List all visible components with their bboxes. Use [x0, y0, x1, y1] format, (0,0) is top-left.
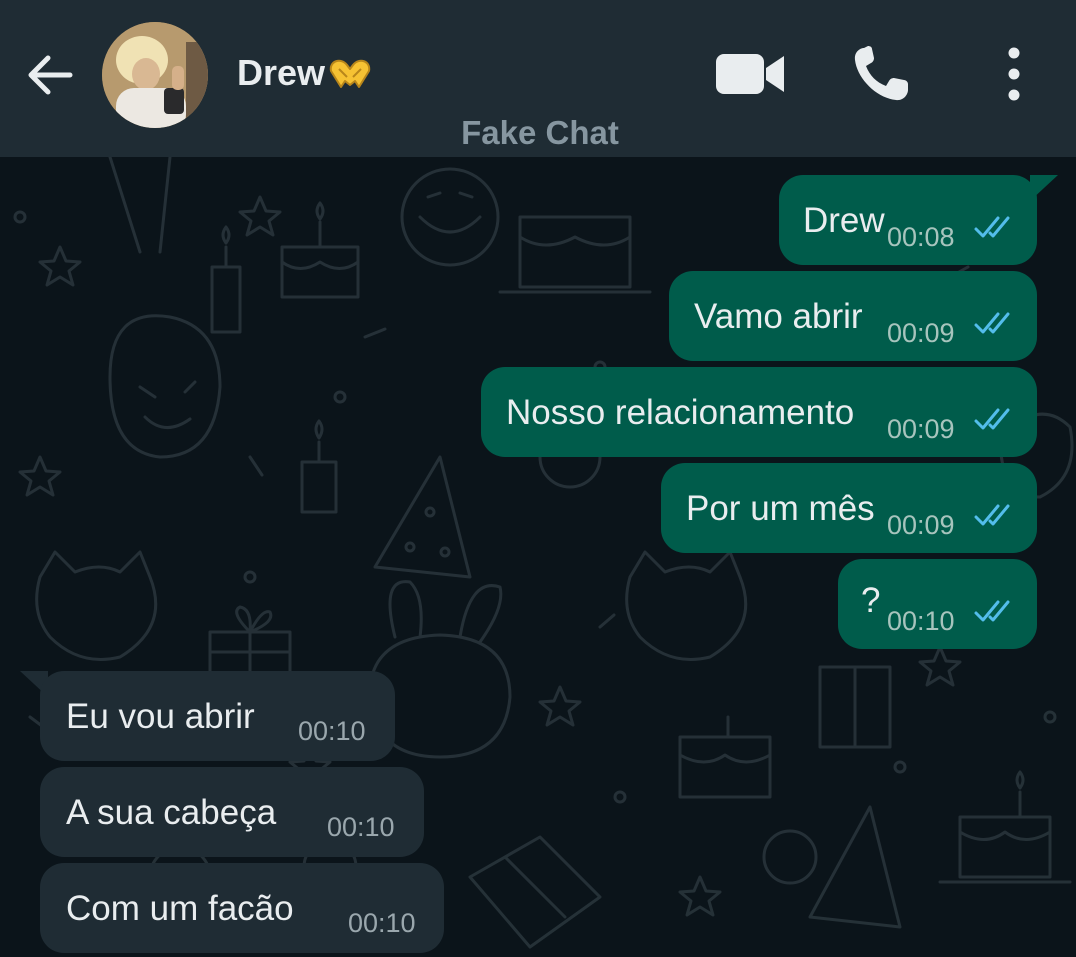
message-bubble-outgoing[interactable]: ? 00:10: [838, 559, 1037, 649]
message-text: Nosso relacionamento: [506, 393, 855, 432]
message-time: 00:09: [887, 318, 955, 348]
message-text: ?: [861, 581, 881, 620]
chat-header: Drew Fake Chat: [0, 0, 1076, 157]
contact-name[interactable]: Drew: [237, 52, 373, 94]
read-receipt-icon: [974, 312, 1010, 334]
message-bubble-outgoing[interactable]: Drew 00:08: [779, 175, 1037, 265]
message-bubble-incoming[interactable]: Com um facão 00:10: [40, 863, 444, 953]
bubble-tail: [1030, 175, 1058, 201]
more-options-icon[interactable]: [996, 44, 1032, 104]
message-text: Por um mês: [686, 489, 875, 528]
read-receipt-icon: [974, 408, 1010, 430]
message-time: 00:10: [887, 606, 955, 636]
chat-subtitle: Fake Chat: [461, 114, 619, 151]
message-text: Vamo abrir: [694, 297, 863, 336]
message-time: 00:10: [327, 812, 395, 842]
message-text: Com um facão: [66, 889, 294, 928]
read-receipt-icon: [974, 216, 1010, 238]
read-receipt-icon: [974, 600, 1010, 622]
message-bubble-outgoing[interactable]: Nosso relacionamento 00:09: [481, 367, 1037, 457]
message-time: 00:09: [887, 510, 955, 540]
message-text: Eu vou abrir: [66, 697, 255, 736]
message-list[interactable]: Drew 00:08 Vamo abrir 00:09 Nosso relaci…: [0, 157, 1076, 957]
avatar-photo: [102, 22, 208, 128]
phone-call-icon[interactable]: [850, 44, 912, 104]
contact-name-text: Drew: [237, 52, 326, 93]
avatar[interactable]: [102, 22, 208, 128]
message-bubble-incoming[interactable]: A sua cabeça 00:10: [40, 767, 424, 857]
message-time: 00:09: [887, 414, 955, 444]
message-text: Drew: [803, 201, 885, 240]
read-receipt-icon: [974, 504, 1010, 526]
message-bubble-outgoing[interactable]: Vamo abrir 00:09: [669, 271, 1037, 361]
message-time: 00:10: [298, 716, 366, 746]
message-bubble-outgoing[interactable]: Por um mês 00:09: [661, 463, 1037, 553]
message-bubble-incoming[interactable]: Eu vou abrir 00:10: [40, 671, 395, 761]
message-time: 00:10: [348, 908, 416, 938]
heart-hands-emoji: [329, 59, 371, 88]
chat-screen: Drew Fake Chat Drew 00:08 Vamo abrir 00:…: [0, 0, 1076, 957]
message-text: A sua cabeça: [66, 793, 277, 832]
message-time: 00:08: [887, 222, 955, 252]
video-call-icon[interactable]: [714, 50, 786, 98]
back-arrow-icon[interactable]: [20, 45, 80, 105]
